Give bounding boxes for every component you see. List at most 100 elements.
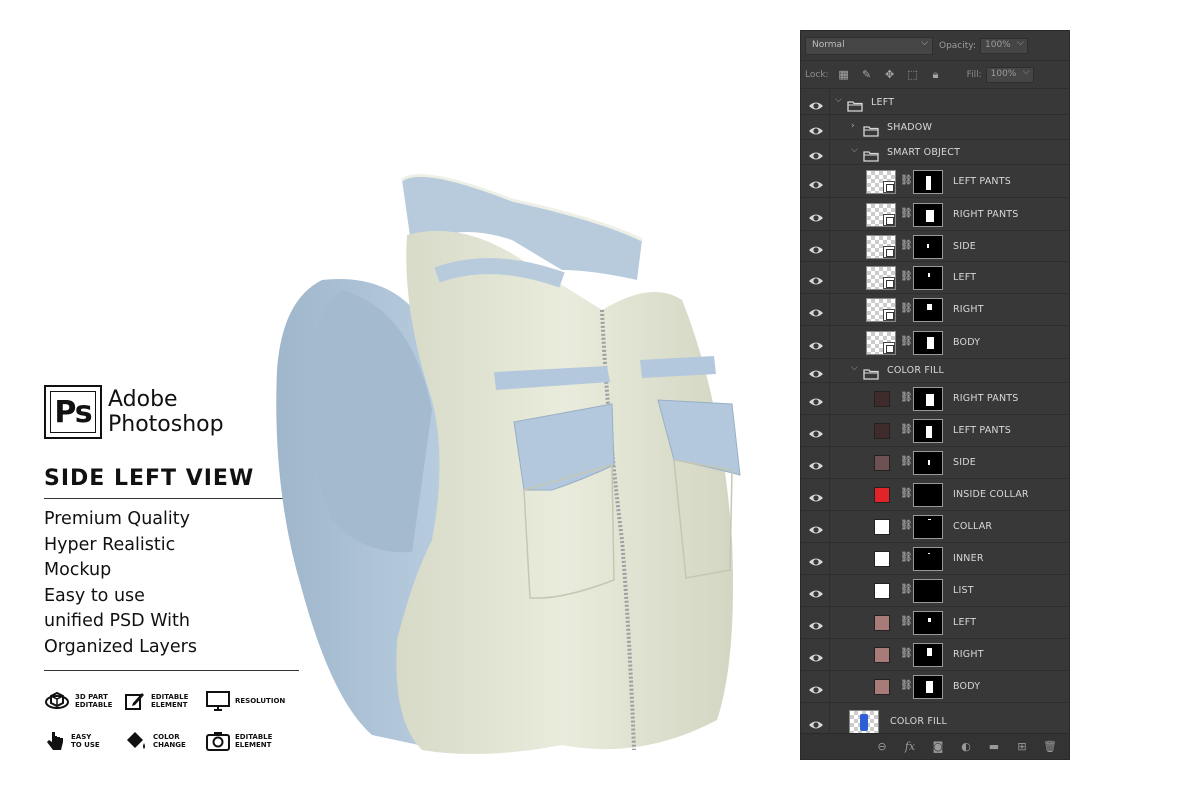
link-chain-icon[interactable]: ⛓ bbox=[900, 552, 913, 563]
visibility-eye-icon[interactable] bbox=[808, 209, 824, 221]
visibility-eye-icon[interactable] bbox=[808, 425, 824, 438]
layer-row[interactable]: ⛓ SIDE bbox=[801, 447, 1069, 479]
visibility-eye-icon[interactable] bbox=[808, 553, 824, 566]
layer-row[interactable]: ⛓ LEFT PANTS bbox=[801, 165, 1069, 198]
layer-mask-thumbnail[interactable] bbox=[913, 515, 943, 539]
link-chain-icon[interactable]: ⛓ bbox=[900, 456, 913, 467]
link-layers-icon[interactable]: ⊖ bbox=[875, 740, 889, 753]
chevron-down-icon[interactable]: ⌵ bbox=[835, 95, 842, 105]
color-fill-swatch[interactable] bbox=[874, 487, 890, 503]
color-fill-swatch[interactable] bbox=[874, 423, 890, 439]
color-fill-swatch[interactable] bbox=[874, 647, 890, 663]
visibility-eye-icon[interactable] bbox=[808, 457, 824, 470]
lock-transparent-icon[interactable]: ▦ bbox=[837, 68, 851, 82]
lock-artboard-icon[interactable]: ⬚ bbox=[906, 68, 920, 82]
layer-mask-thumbnail[interactable] bbox=[913, 298, 943, 322]
link-chain-icon[interactable]: ⛓ bbox=[900, 303, 913, 314]
link-chain-icon[interactable]: ⛓ bbox=[900, 584, 913, 595]
link-chain-icon[interactable]: ⛓ bbox=[900, 240, 913, 251]
link-chain-icon[interactable]: ⛓ bbox=[900, 648, 913, 659]
chevron-down-icon[interactable]: ⌵ bbox=[851, 145, 858, 155]
visibility-eye-icon[interactable] bbox=[808, 649, 824, 662]
link-chain-icon[interactable]: ⛓ bbox=[900, 424, 913, 435]
color-fill-swatch[interactable] bbox=[874, 615, 890, 631]
layer-mask-thumbnail[interactable] bbox=[913, 330, 943, 355]
layer-row[interactable]: ⛓ RIGHT bbox=[801, 639, 1069, 671]
visibility-eye-icon[interactable] bbox=[808, 122, 824, 134]
chevron-right-icon[interactable]: › bbox=[851, 121, 855, 131]
layer-row[interactable]: ⌵ COLOR FILL bbox=[801, 359, 1069, 383]
visibility-eye-icon[interactable] bbox=[808, 304, 824, 317]
opacity-input[interactable]: 100% bbox=[980, 37, 1028, 54]
link-chain-icon[interactable]: ⛓ bbox=[900, 616, 913, 627]
layer-mask-thumbnail[interactable] bbox=[913, 419, 943, 443]
layer-mask-thumbnail[interactable] bbox=[913, 547, 943, 571]
visibility-eye-icon[interactable] bbox=[808, 147, 824, 159]
layer-mask-thumbnail[interactable] bbox=[913, 234, 943, 259]
layer-mask-thumbnail[interactable] bbox=[913, 202, 943, 227]
layer-mask-thumbnail[interactable] bbox=[913, 643, 943, 667]
layer-row[interactable]: ⛓ RIGHT bbox=[801, 294, 1069, 326]
layer-row[interactable]: ⛓ COLLAR bbox=[801, 511, 1069, 543]
layer-row[interactable]: ⛓ RIGHT PANTS bbox=[801, 383, 1069, 415]
visibility-eye-icon[interactable] bbox=[808, 337, 824, 349]
visibility-eye-icon[interactable] bbox=[808, 97, 824, 109]
trash-icon[interactable]: 🗑︎ bbox=[1043, 740, 1057, 753]
visibility-eye-icon[interactable] bbox=[808, 176, 824, 188]
new-group-icon[interactable]: ▬ bbox=[987, 740, 1001, 753]
visibility-eye-icon[interactable] bbox=[808, 585, 824, 598]
visibility-eye-icon[interactable] bbox=[808, 716, 824, 729]
layer-row[interactable]: ⛓ SIDE bbox=[801, 231, 1069, 262]
layer-row[interactable]: ⛓ LEFT PANTS bbox=[801, 415, 1069, 447]
link-chain-icon[interactable]: ⛓ bbox=[900, 271, 913, 282]
layer-row[interactable]: ⛓ INNER bbox=[801, 543, 1069, 575]
color-fill-swatch[interactable] bbox=[874, 519, 890, 535]
color-fill-swatch[interactable] bbox=[874, 679, 890, 695]
visibility-eye-icon[interactable] bbox=[808, 617, 824, 630]
chevron-down-icon[interactable]: ⌵ bbox=[851, 363, 858, 373]
link-chain-icon[interactable]: ⛓ bbox=[900, 208, 913, 219]
color-fill-swatch[interactable] bbox=[874, 583, 890, 599]
lock-paint-icon[interactable]: ✎ bbox=[860, 68, 874, 82]
layer-row[interactable]: ⌵ LEFT bbox=[801, 90, 1069, 115]
link-chain-icon[interactable]: ⛓ bbox=[900, 175, 913, 186]
blend-mode-dropdown[interactable]: Normal bbox=[805, 36, 933, 55]
layer-mask-thumbnail[interactable] bbox=[913, 451, 943, 475]
layer-row[interactable]: ⛓ BODY bbox=[801, 671, 1069, 703]
color-fill-swatch[interactable] bbox=[874, 391, 890, 407]
layer-row[interactable]: ⛓ LIST bbox=[801, 575, 1069, 607]
layer-mask-thumbnail[interactable] bbox=[913, 387, 943, 411]
visibility-eye-icon[interactable] bbox=[808, 489, 824, 502]
layer-row[interactable]: ⛓ LEFT bbox=[801, 607, 1069, 639]
adjustment-layer-icon[interactable]: ◐ bbox=[959, 740, 973, 753]
visibility-eye-icon[interactable] bbox=[808, 681, 824, 694]
color-fill-swatch[interactable] bbox=[874, 455, 890, 471]
fill-input[interactable]: 100% bbox=[985, 66, 1034, 83]
color-fill-swatch[interactable] bbox=[874, 551, 890, 567]
layer-row[interactable]: ⛓ LEFT bbox=[801, 262, 1069, 294]
visibility-eye-icon[interactable] bbox=[808, 521, 824, 534]
lock-all-icon[interactable]: 🔒︎ bbox=[929, 68, 943, 82]
layer-row[interactable]: ⌵ SMART OBJECT bbox=[801, 140, 1069, 165]
layer-row[interactable]: ⛓ INSIDE COLLAR bbox=[801, 479, 1069, 511]
layer-mask-thumbnail[interactable] bbox=[913, 579, 943, 603]
layer-row[interactable]: ⛓ BODY bbox=[801, 326, 1069, 359]
visibility-eye-icon[interactable] bbox=[808, 241, 824, 253]
layer-mask-thumbnail[interactable] bbox=[913, 611, 943, 635]
lock-position-icon[interactable]: ✥ bbox=[883, 68, 897, 82]
layer-row[interactable]: › SHADOW bbox=[801, 115, 1069, 140]
layer-mask-thumbnail[interactable] bbox=[913, 483, 943, 507]
visibility-eye-icon[interactable] bbox=[808, 365, 824, 378]
visibility-eye-icon[interactable] bbox=[808, 272, 824, 285]
layer-mask-thumbnail[interactable] bbox=[913, 675, 943, 699]
layer-mask-thumbnail[interactable] bbox=[913, 266, 943, 290]
layer-row[interactable]: ⛓ RIGHT PANTS bbox=[801, 198, 1069, 231]
link-chain-icon[interactable]: ⛓ bbox=[900, 520, 913, 531]
link-chain-icon[interactable]: ⛓ bbox=[900, 488, 913, 499]
layer-mask-thumbnail[interactable] bbox=[913, 169, 943, 194]
link-chain-icon[interactable]: ⛓ bbox=[900, 392, 913, 403]
visibility-eye-icon[interactable] bbox=[808, 393, 824, 406]
new-layer-icon[interactable]: ⊞ bbox=[1015, 740, 1029, 753]
add-mask-icon[interactable]: ◙ bbox=[931, 740, 945, 753]
link-chain-icon[interactable]: ⛓ bbox=[900, 336, 913, 347]
